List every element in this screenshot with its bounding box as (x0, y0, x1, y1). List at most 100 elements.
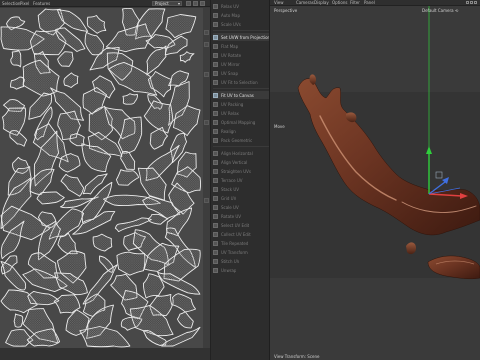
command-label: Optimal Mapping (221, 119, 256, 125)
menu-options[interactable]: Options (332, 0, 347, 5)
viewport-panel: View Cameras Display Options Filter Pane… (270, 0, 480, 360)
command-item[interactable]: Stitch UV (213, 257, 269, 265)
uv-horizontal-scrollbar[interactable] (0, 348, 210, 360)
command-label: Straighten UVs (221, 168, 251, 174)
command-icon (213, 195, 218, 201)
command-item[interactable]: UV Fit to Selection (213, 78, 269, 86)
command-item[interactable]: Collect UV Edit (213, 230, 269, 238)
projection-label: Perspective (274, 8, 298, 13)
layer-dropdown-value: Project (155, 1, 169, 6)
menu-view[interactable]: View (274, 0, 284, 5)
command-label: Auto Map (221, 12, 240, 18)
command-item[interactable]: UV Transform (213, 248, 269, 256)
command-label: Pack Geometric (221, 137, 253, 143)
uv-pin-icon[interactable] (204, 30, 209, 35)
uv-command-list: Relax UV Auto Map Scale UVs Set UVW from Pr… (210, 0, 270, 360)
command-item[interactable]: Auto Map (213, 11, 269, 19)
command-icon (213, 213, 218, 219)
uv-side-toolbar (203, 8, 210, 348)
command-label: Unwrap (221, 267, 237, 273)
command-item[interactable]: Straighten UVs (213, 167, 269, 175)
command-item[interactable]: Tile Repeated (213, 239, 269, 247)
command-label: Realign (221, 128, 236, 134)
command-icon (213, 177, 218, 183)
command-icon (213, 110, 218, 116)
command-item[interactable]: Pack Geometric (213, 136, 269, 144)
menu-selection[interactable]: Selection (2, 1, 20, 6)
camera-label[interactable]: Default Camera ⟲ (422, 8, 458, 13)
uv-islands-view[interactable] (0, 8, 203, 348)
layer-dropdown[interactable]: Project ▾ (152, 1, 182, 6)
command-separator (213, 88, 269, 89)
command-icon (213, 137, 218, 143)
command-label: Rotate UV (221, 213, 242, 219)
command-item[interactable]: Optimal Mapping (213, 118, 269, 126)
command-label: Terrace UV (221, 177, 243, 183)
menu-cameras[interactable]: Cameras (296, 0, 314, 5)
settings-icon[interactable] (200, 1, 205, 6)
command-icon (213, 101, 218, 107)
move-view-icon[interactable] (466, 1, 469, 4)
command-item[interactable]: Relax UV (213, 2, 269, 10)
command-item[interactable]: Realign (213, 127, 269, 135)
uv-flip-icon[interactable] (204, 198, 209, 203)
menu-filter[interactable]: Filter (350, 0, 360, 5)
viewport-3d-canvas[interactable] (270, 6, 480, 360)
command-icon (213, 258, 218, 264)
command-item[interactable]: UV Packing (213, 100, 269, 108)
command-label: Tile Repeated (221, 240, 249, 246)
menu-pixel[interactable]: Pixel (20, 1, 29, 6)
command-item[interactable]: Unwrap (213, 266, 269, 274)
command-icon (213, 128, 218, 134)
axis-hint: Move (274, 124, 285, 129)
zoom-view-icon[interactable] (474, 1, 477, 4)
command-item[interactable]: UV Mirror (213, 60, 269, 68)
command-item[interactable]: Grid UV (213, 194, 269, 202)
command-label: UV Rotate (221, 52, 242, 58)
command-item[interactable]: Align Vertical (213, 158, 269, 166)
command-label: UV Mirror (221, 61, 240, 67)
command-item[interactable]: Flat Map (213, 42, 269, 50)
command-label: Fit UV to Canvas (221, 92, 254, 98)
command-label: UV Fit to Selection (221, 79, 258, 85)
command-icon (213, 222, 218, 228)
command-item[interactable]: UV Rotate (213, 51, 269, 59)
command-label: Flat Map (221, 43, 239, 49)
uv-lock-icon[interactable] (204, 42, 209, 47)
command-icon (213, 12, 218, 18)
uv-snap-icon[interactable] (204, 120, 209, 125)
menu-display[interactable]: Display (314, 0, 329, 5)
viewport-nav-icons[interactable] (466, 1, 478, 5)
command-icon (213, 204, 218, 210)
command-label: Relax UV (221, 3, 239, 9)
menu-panel[interactable]: Panel (364, 0, 375, 5)
command-item[interactable]: Align Horizontal (213, 149, 269, 157)
command-icon (213, 240, 218, 246)
command-item[interactable]: UV Snap (213, 69, 269, 77)
command-label: Select UV Edit (221, 222, 250, 228)
camera-label-text: Default Camera (422, 8, 454, 13)
viewport-scene[interactable] (270, 6, 480, 360)
rotate-view-icon[interactable] (470, 1, 473, 4)
command-item[interactable]: Fit UV to Canvas (213, 91, 269, 99)
uv-grid-icon[interactable] (204, 72, 209, 77)
command-label: UV Snap (221, 70, 238, 76)
command-item[interactable]: Rotate UV (213, 212, 269, 220)
command-label: Scale UVs (221, 21, 241, 27)
command-item[interactable]: UV Relax (213, 109, 269, 117)
uv-island[interactable] (13, 313, 24, 328)
command-label: UV Relax (221, 110, 239, 116)
zoom-icon[interactable] (186, 1, 191, 6)
command-item[interactable]: Terrace UV (213, 176, 269, 184)
command-item[interactable]: Scale UV (213, 203, 269, 211)
uv-island[interactable] (10, 50, 22, 68)
command-label: Stack UV (221, 186, 240, 192)
command-icon (213, 267, 218, 273)
command-item[interactable]: Scale UVs (213, 20, 269, 28)
command-item[interactable]: Set UVW from Projection (213, 33, 269, 41)
menu-features[interactable]: Features (33, 1, 50, 6)
viewport-status: View Transform: Scene (274, 354, 320, 359)
command-item[interactable]: Select UV Edit (213, 221, 269, 229)
fit-view-icon[interactable] (193, 1, 198, 6)
command-item[interactable]: Stack UV (213, 185, 269, 193)
